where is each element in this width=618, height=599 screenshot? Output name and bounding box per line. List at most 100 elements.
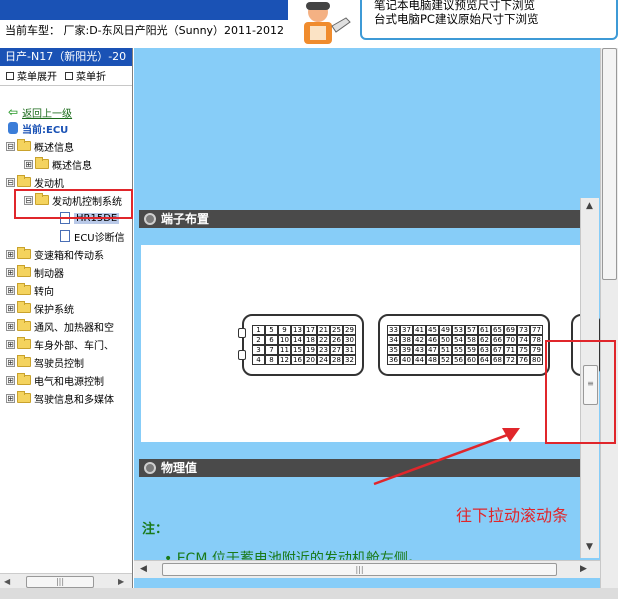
expand-toggle-icon[interactable]: ⊞	[6, 321, 15, 331]
back-arrow-icon: ⇦	[8, 105, 19, 119]
tree-item-label: 发动机	[34, 178, 64, 190]
current-node: 当前:ECU	[8, 120, 68, 136]
tree-item-ecu-diagnosis[interactable]: ECU诊断信	[60, 228, 125, 244]
connector-latch	[238, 328, 246, 338]
scrollbar-thumb[interactable]	[602, 48, 617, 280]
tree-toolbar: 菜单展开 菜单折	[0, 66, 132, 86]
scroll-down-icon[interactable]: ▼	[586, 542, 593, 552]
top-header: 当前车型： 厂家:D-东风日产阳光（Sunny）2011-2012 笔记本电脑建…	[0, 0, 618, 48]
connector-pin: 64	[478, 355, 491, 365]
connector-pin: 24	[317, 355, 330, 365]
tree-item-protection[interactable]: ⊞ 保护系统	[6, 300, 74, 316]
highlight-box-scrollbar	[545, 340, 616, 444]
connector-pin: 20	[304, 355, 317, 365]
tree-item-electrical[interactable]: ⊞ 电气和电源控制	[6, 372, 104, 388]
scroll-left-icon[interactable]: ◀	[4, 577, 10, 586]
expand-toggle-icon[interactable]: ⊞	[6, 357, 15, 367]
current-node-label: 当前:ECU	[22, 124, 69, 136]
connector-pin: 66	[491, 335, 504, 345]
tree-item-steering[interactable]: ⊞ 转向	[6, 282, 54, 298]
connector-pin: 62	[478, 335, 491, 345]
folder-icon	[17, 283, 31, 295]
connector-pin: 65	[491, 325, 504, 335]
connector-2: 33 37 41 45 49 53 57 61 65 69 73 77 34 38 42 46 50 54 58 62…	[378, 314, 550, 376]
connector-pin: 67	[491, 345, 504, 355]
connector-pin: 53	[452, 325, 465, 335]
back-link[interactable]: ⇦ 返回上一级	[8, 104, 72, 120]
mascot-image	[290, 0, 356, 48]
expand-toggle-icon[interactable]: ⊞	[6, 249, 15, 259]
content-horizontal-scrollbar[interactable]: ◀ ||| ▶	[134, 560, 600, 578]
tree-item-infotainment[interactable]: ⊞ 驾驶信息和多媒体	[6, 390, 114, 406]
connector-pin: 54	[452, 335, 465, 345]
folder-icon	[17, 175, 31, 187]
expand-toggle-icon[interactable]: ⊞	[24, 159, 33, 169]
connector-pin: 70	[504, 335, 517, 345]
connector-pin: 31	[343, 345, 356, 355]
collapse-menu-button[interactable]: 菜单折	[65, 68, 106, 83]
expand-toggle-icon[interactable]: ⊞	[6, 393, 15, 403]
scroll-right-icon[interactable]: ▶	[118, 577, 124, 586]
scrollbar-thumb[interactable]: |||	[26, 576, 94, 588]
connector-pin: 15	[291, 345, 304, 355]
tree-item-transmission[interactable]: ⊞ 变速箱和传动系	[6, 246, 104, 262]
section-bullet-icon	[144, 213, 156, 225]
expand-toggle-icon[interactable]: ⊞	[6, 285, 15, 295]
folder-icon	[17, 337, 31, 349]
connector-pin: 77	[530, 325, 543, 335]
tree-item-body-exterior[interactable]: ⊞ 车身外部、车门、	[6, 336, 114, 352]
expand-toggle-icon[interactable]: ⊞	[6, 375, 15, 385]
tree-item-brakes[interactable]: ⊞ 制动器	[6, 264, 64, 280]
collapse-toggle-icon[interactable]: ⊟	[6, 177, 15, 187]
tree-item-hvac[interactable]: ⊞ 通风、加热器和空	[6, 318, 114, 334]
tree-item-label: 电气和电源控制	[34, 376, 104, 388]
folder-icon	[17, 355, 31, 367]
connector-pin: 55	[452, 345, 465, 355]
connector-pin: 27	[330, 345, 343, 355]
connector-pin: 48	[426, 355, 439, 365]
outer-vertical-scrollbar[interactable]	[600, 48, 618, 588]
connector-pin: 37	[400, 325, 413, 335]
expand-toggle-icon[interactable]: ⊞	[6, 267, 15, 277]
scrollbar-thumb[interactable]: |||	[162, 563, 557, 576]
section-title: 端子布置	[161, 212, 210, 226]
tree-item-label: 变速箱和传动系	[34, 250, 104, 262]
connector-pin: 25	[330, 325, 343, 335]
expand-toggle-icon[interactable]: ⊞	[6, 303, 15, 313]
connector-pin: 72	[504, 355, 517, 365]
connector-pin: 16	[291, 355, 304, 365]
annotation-arrow-icon	[373, 428, 520, 486]
expand-menu-button[interactable]: 菜单展开	[6, 68, 57, 83]
current-model-value: 厂家:D-东风日产阳光（Sunny）2011-2012	[63, 24, 285, 37]
folder-icon	[17, 139, 31, 151]
scroll-up-icon[interactable]: ▲	[586, 201, 593, 211]
connector-pin: 8	[265, 355, 278, 365]
folder-icon	[17, 265, 31, 277]
collapse-toggle-icon[interactable]: ⊟	[6, 141, 15, 151]
connector-1-pins: 1 5 9 13 17 21 25 29 2 6 10 14 18 22 26 30 3 7 11 15 19 23 27 3…	[252, 325, 356, 365]
folder-icon	[17, 247, 31, 259]
tree-item-label: 驾驶员控制	[34, 358, 84, 370]
connector-pin: 5	[265, 325, 278, 335]
scroll-left-icon[interactable]: ◀	[140, 564, 147, 574]
connector-pin: 6	[265, 335, 278, 345]
expand-toggle-icon[interactable]: ⊞	[6, 339, 15, 349]
connector-pin: 13	[291, 325, 304, 335]
viewing-tip-box: 笔记本电脑建议预览尺寸下浏览 台式电脑PC建议原始尺寸下浏览	[360, 0, 618, 40]
tree-item-overview-sub[interactable]: ⊞ 概述信息	[24, 156, 92, 172]
document-icon	[60, 230, 70, 242]
tree-item-overview[interactable]: ⊟ 概述信息	[6, 138, 74, 154]
tree-item-driver-controls[interactable]: ⊞ 驾驶员控制	[6, 354, 84, 370]
connector-pin: 40	[400, 355, 413, 365]
connector-pin: 51	[439, 345, 452, 355]
connector-pin: 47	[426, 345, 439, 355]
connector-pin: 43	[413, 345, 426, 355]
tree-item-engine[interactable]: ⊟ 发动机	[6, 174, 64, 190]
connector-pin: 46	[426, 335, 439, 345]
scroll-right-icon[interactable]: ▶	[580, 564, 587, 574]
tree-item-label: 保护系统	[34, 304, 74, 316]
connector-pin: 41	[413, 325, 426, 335]
collapse-menu-label: 菜单折	[76, 72, 106, 83]
connector-pin: 78	[530, 335, 543, 345]
connector-pin: 34	[387, 335, 400, 345]
